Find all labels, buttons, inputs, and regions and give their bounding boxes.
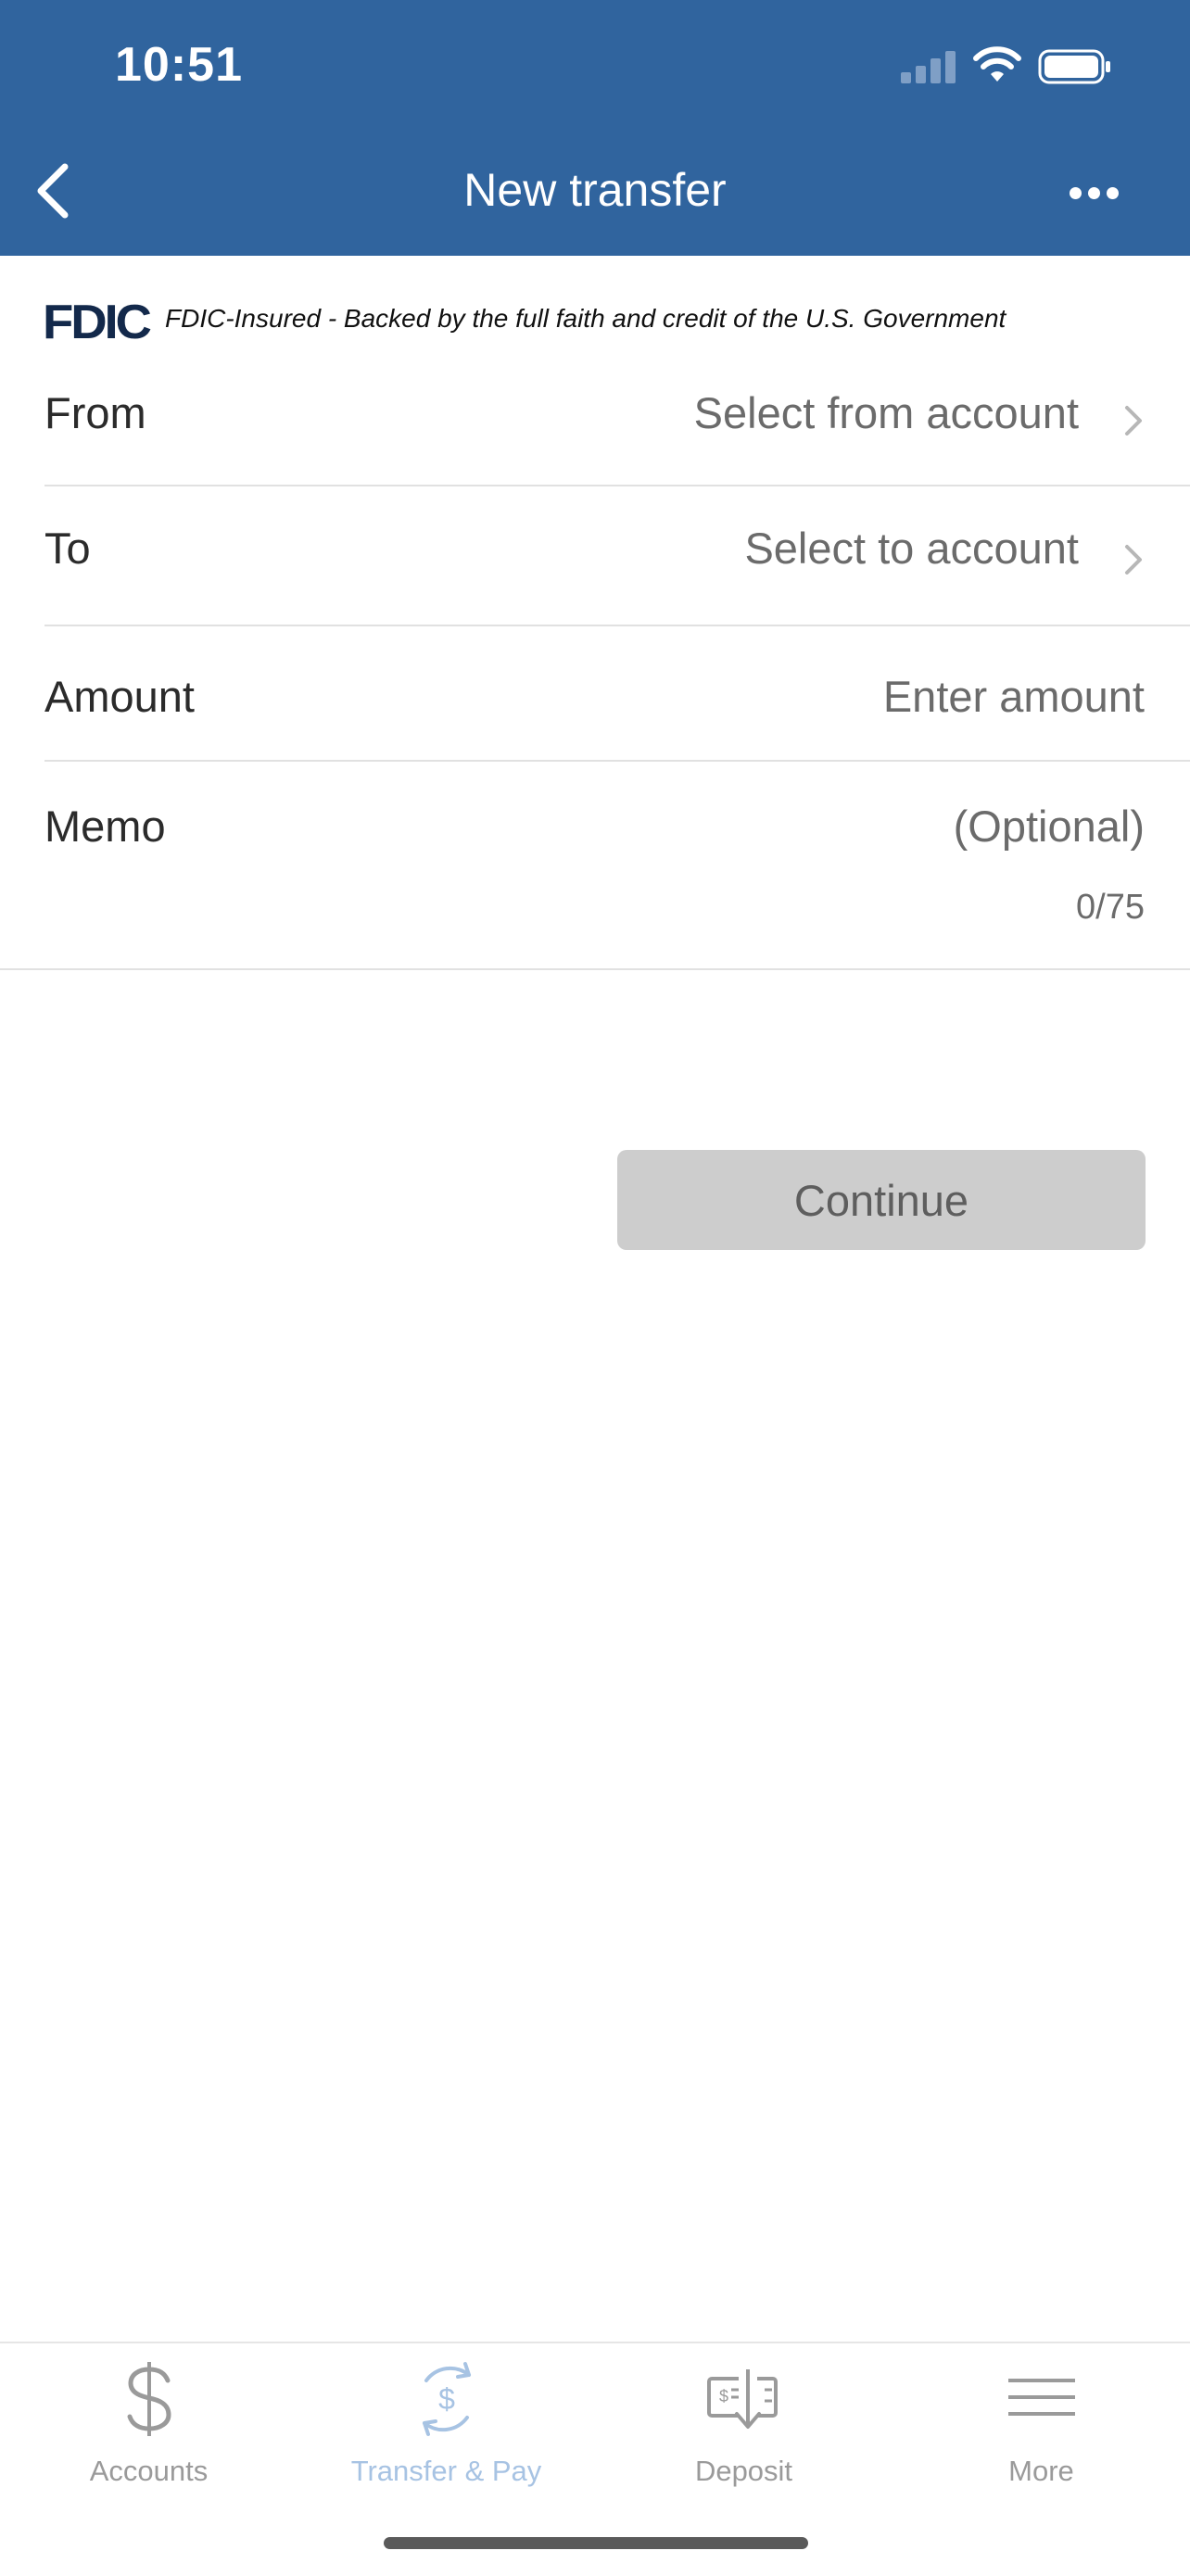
continue-button[interactable]: Continue bbox=[617, 1150, 1146, 1250]
tab-label: Accounts bbox=[89, 2455, 209, 2487]
status-time: 10:51 bbox=[115, 38, 243, 92]
page-title: New transfer bbox=[463, 164, 727, 216]
divider bbox=[44, 625, 1190, 626]
tab-label: Transfer & Pay bbox=[350, 2455, 542, 2487]
wifi-icon bbox=[973, 46, 1021, 82]
tab-more[interactable]: More bbox=[892, 2343, 1190, 2510]
fdic-notice: FDIC-Insured - Backed by the full faith … bbox=[165, 304, 1006, 333]
check-deposit-icon: $ bbox=[706, 2369, 778, 2429]
divider bbox=[44, 485, 1190, 486]
memo-row[interactable]: Memo (Optional) bbox=[44, 797, 1190, 890]
cellular-signal-icon bbox=[901, 50, 956, 83]
transfer-pay-icon: $ bbox=[422, 2362, 471, 2436]
to-account-value: Select to account bbox=[744, 524, 1079, 573]
dollar-icon bbox=[127, 2362, 171, 2436]
amount-input[interactable]: Enter amount bbox=[883, 671, 1145, 722]
tab-label: Deposit bbox=[694, 2455, 793, 2487]
to-account-row[interactable]: To Select to account bbox=[44, 519, 1190, 612]
memo-character-counter: 0/75 bbox=[1076, 888, 1145, 927]
tab-deposit[interactable]: $ Deposit bbox=[595, 2343, 892, 2510]
memo-input[interactable]: (Optional) bbox=[954, 801, 1145, 852]
amount-row[interactable]: Amount Enter amount bbox=[44, 667, 1190, 760]
tab-transfer-pay[interactable]: $ Transfer & Pay bbox=[298, 2343, 595, 2510]
from-account-row[interactable]: From Select from account bbox=[44, 384, 1190, 476]
chevron-right-icon bbox=[1125, 406, 1142, 436]
from-account-value: Select from account bbox=[693, 388, 1079, 437]
menu-icon bbox=[1007, 2379, 1075, 2416]
svg-text:$: $ bbox=[718, 2387, 728, 2406]
tab-accounts[interactable]: Accounts bbox=[0, 2343, 298, 2510]
from-label: From bbox=[44, 388, 146, 437]
tab-label: More bbox=[1008, 2455, 1074, 2487]
memo-label: Memo bbox=[44, 802, 166, 851]
amount-label: Amount bbox=[44, 672, 195, 721]
svg-text:$: $ bbox=[438, 2382, 455, 2416]
fdic-logo: FDIC bbox=[43, 296, 152, 349]
divider bbox=[44, 760, 1190, 762]
home-indicator bbox=[384, 2537, 808, 2549]
battery-icon bbox=[1038, 49, 1110, 84]
app-header: 10:51 New transfer bbox=[0, 0, 1190, 256]
chevron-right-icon bbox=[1125, 545, 1142, 575]
more-options-icon[interactable] bbox=[1064, 176, 1125, 208]
to-label: To bbox=[44, 524, 91, 573]
divider bbox=[0, 968, 1190, 970]
